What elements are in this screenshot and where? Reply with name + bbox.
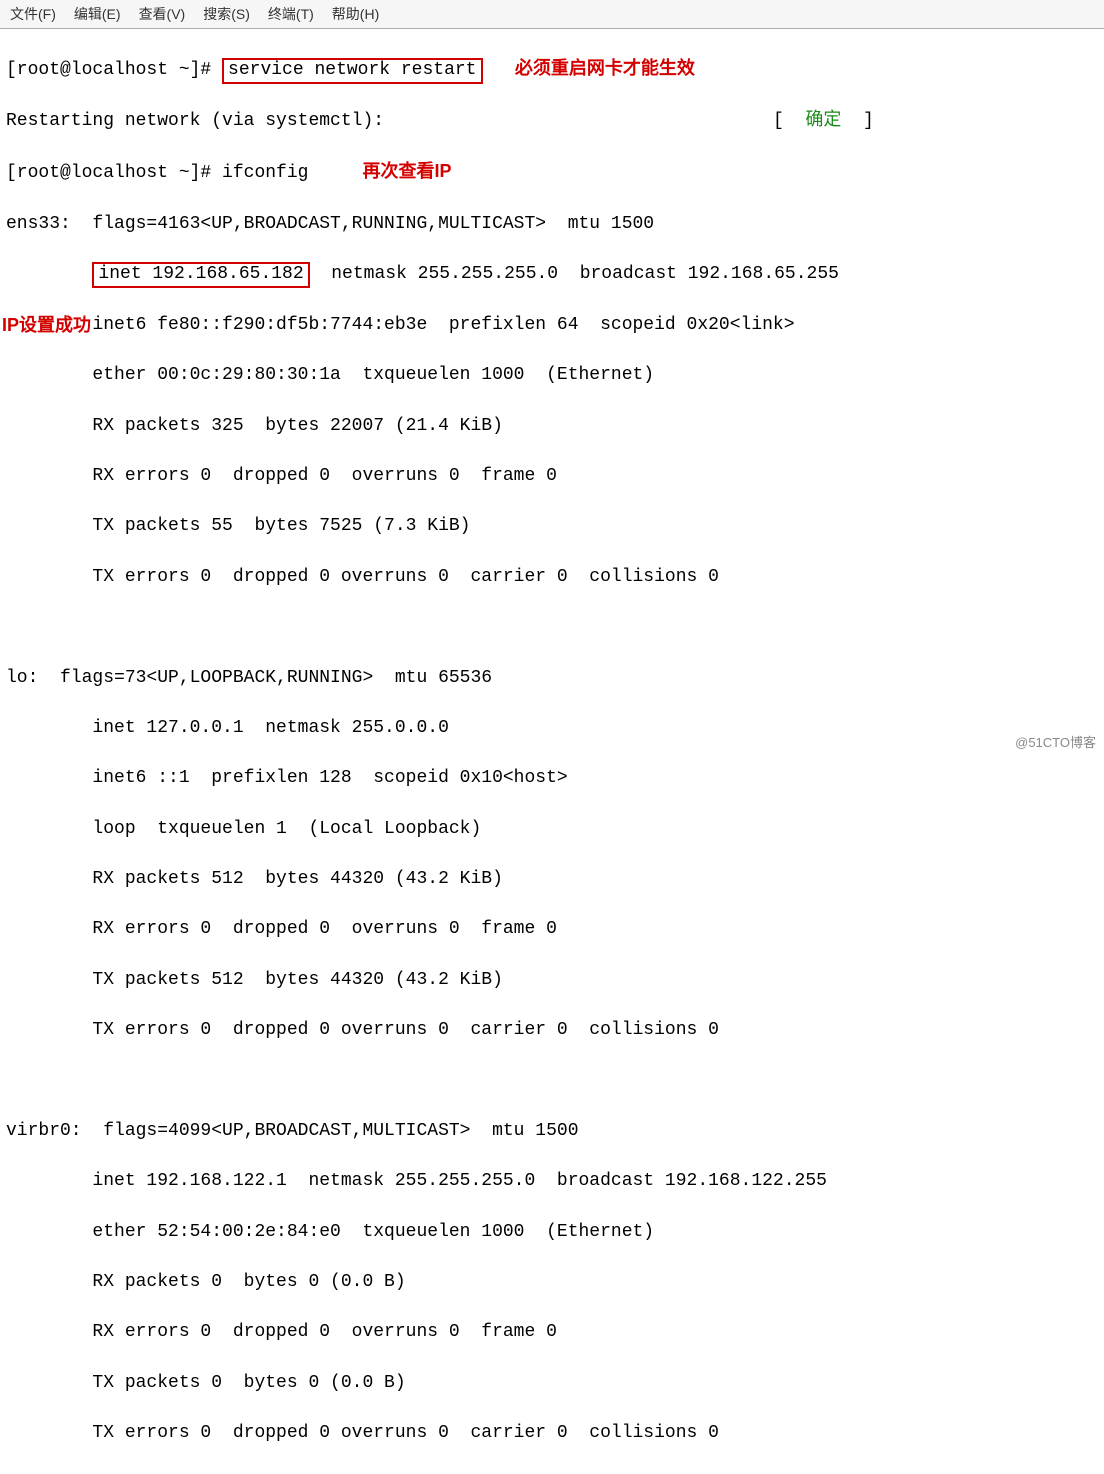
lo-rx-errors: RX errors 0 dropped 0 overruns 0 frame 0 xyxy=(6,917,1098,942)
ens33-ether: ether 00:0c:29:80:30:1a txqueuelen 1000 … xyxy=(6,363,1098,388)
virbr0-inet: inet 192.168.122.1 netmask 255.255.255.0… xyxy=(6,1169,1098,1194)
shell-prompt: [root@localhost ~]# xyxy=(6,60,222,80)
status-bracket-l: [ xyxy=(773,111,805,131)
status-ok: 确定 xyxy=(805,111,841,131)
lo-tx-errors: TX errors 0 dropped 0 overruns 0 carrier… xyxy=(6,1018,1098,1043)
lo-loop: loop txqueuelen 1 (Local Loopback) xyxy=(6,817,1098,842)
menu-file[interactable]: 文件(F) xyxy=(10,4,56,24)
ens33-rx-packets: RX packets 325 bytes 22007 (21.4 KiB) xyxy=(6,414,1098,439)
status-bracket-r: ] xyxy=(841,111,873,131)
cmd-service-restart: service network restart xyxy=(222,58,482,84)
ens33-tx-packets: TX packets 55 bytes 7525 (7.3 KiB) xyxy=(6,514,1098,539)
annotation-ip-success: IP设置成功 xyxy=(2,313,91,338)
menu-edit[interactable]: 编辑(E) xyxy=(74,4,121,24)
terminal-output[interactable]: [root@localhost ~]# service network rest… xyxy=(0,29,1104,1474)
virbr0-rx-packets: RX packets 0 bytes 0 (0.0 B) xyxy=(6,1270,1098,1295)
shell-prompt: [root@localhost ~]# xyxy=(6,163,222,183)
lo-rx-packets: RX packets 512 bytes 44320 (43.2 KiB) xyxy=(6,867,1098,892)
ens33-header: ens33: flags=4163<UP,BROADCAST,RUNNING,M… xyxy=(6,212,1098,237)
menu-terminal[interactable]: 终端(T) xyxy=(268,4,314,24)
menu-help[interactable]: 帮助(H) xyxy=(332,4,379,24)
lo-inet: inet 127.0.0.1 netmask 255.0.0.0 xyxy=(6,716,1098,741)
cmd-ifconfig: ifconfig xyxy=(222,163,308,183)
watermark: @51CTO博客 xyxy=(1015,732,1096,751)
ens33-inet6: inet6 fe80::f290:df5b:7744:eb3e prefixle… xyxy=(6,315,795,335)
ens33-rx-errors: RX errors 0 dropped 0 overruns 0 frame 0 xyxy=(6,464,1098,489)
annotation-check-ip: 再次查看IP xyxy=(362,161,451,181)
restart-msg: Restarting network (via systemctl): xyxy=(6,111,384,131)
virbr0-rx-errors: RX errors 0 dropped 0 overruns 0 frame 0 xyxy=(6,1320,1098,1345)
virbr0-header: virbr0: flags=4099<UP,BROADCAST,MULTICAS… xyxy=(6,1119,1098,1144)
lo-tx-packets: TX packets 512 bytes 44320 (43.2 KiB) xyxy=(6,968,1098,993)
lo-header: lo: flags=73<UP,LOOPBACK,RUNNING> mtu 65… xyxy=(6,666,1098,691)
virbr0-tx-packets: TX packets 0 bytes 0 (0.0 B) xyxy=(6,1371,1098,1396)
lo-inet6: inet6 ::1 prefixlen 128 scopeid 0x10<hos… xyxy=(6,766,1098,791)
ens33-inet-box: inet 192.168.65.182 xyxy=(92,262,309,288)
virbr0-tx-errors: TX errors 0 dropped 0 overruns 0 carrier… xyxy=(6,1421,1098,1446)
menu-search[interactable]: 搜索(S) xyxy=(203,4,250,24)
ens33-inet-rest: netmask 255.255.255.0 broadcast 192.168.… xyxy=(310,264,839,284)
menubar: 文件(F) 编辑(E) 查看(V) 搜索(S) 终端(T) 帮助(H) xyxy=(0,0,1104,29)
annotation-restart-required: 必须重启网卡才能生效 xyxy=(515,58,695,78)
virbr0-ether: ether 52:54:00:2e:84:e0 txqueuelen 1000 … xyxy=(6,1220,1098,1245)
menu-view[interactable]: 查看(V) xyxy=(139,4,186,24)
ens33-tx-errors: TX errors 0 dropped 0 overruns 0 carrier… xyxy=(6,565,1098,590)
